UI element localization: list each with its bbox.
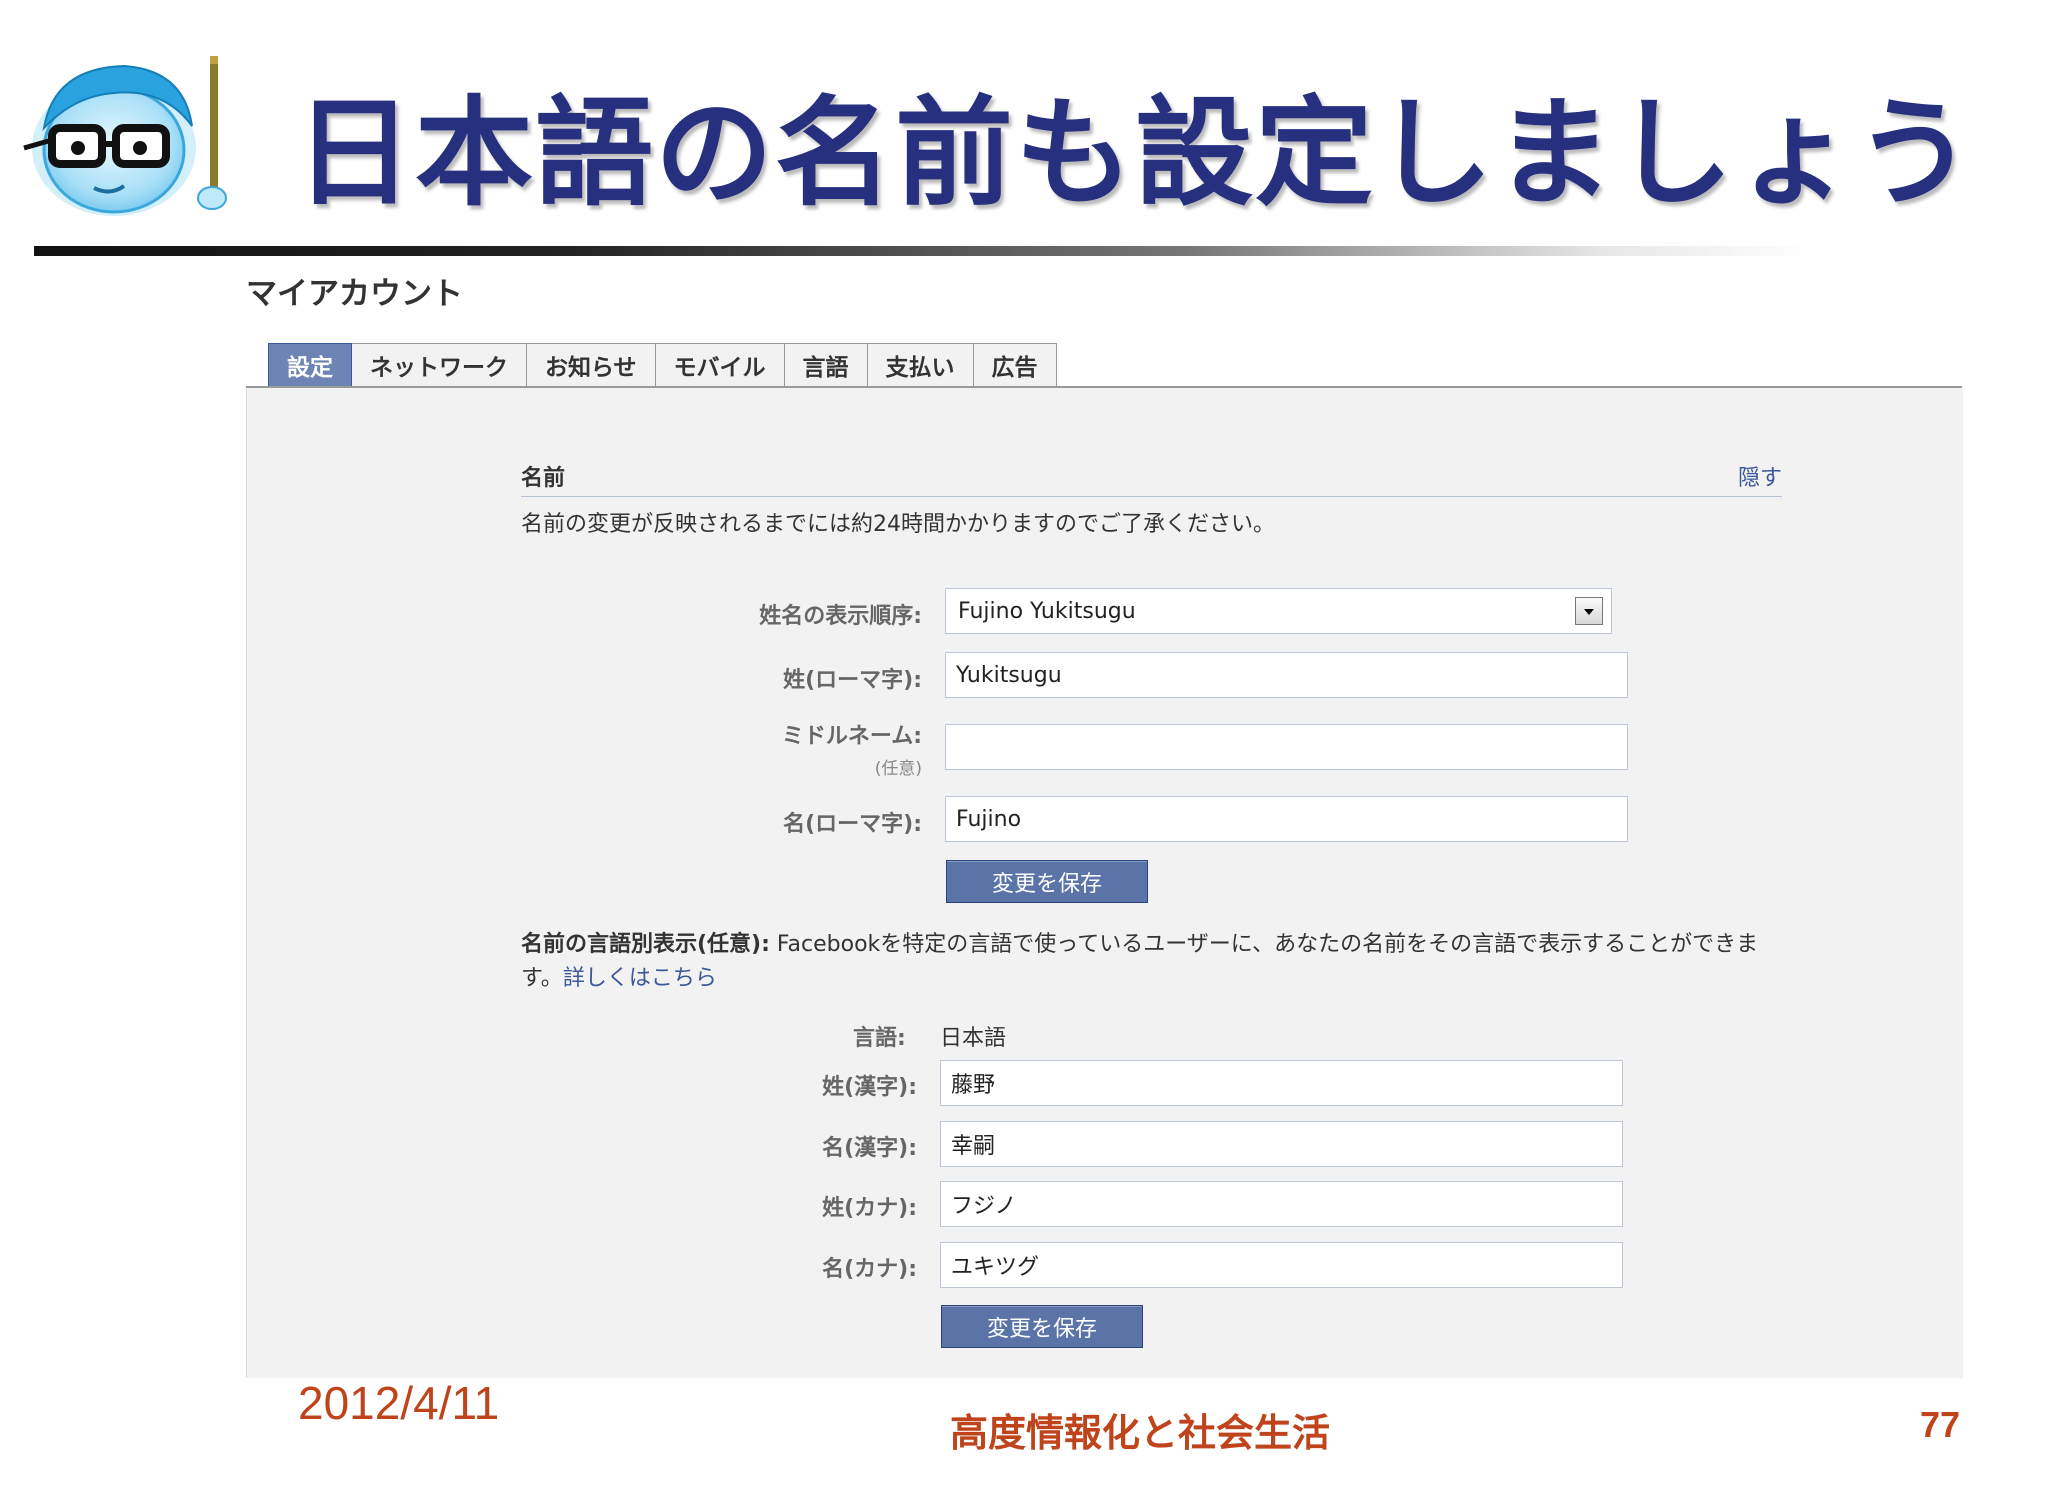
last-name-kana-input[interactable] [940, 1181, 1623, 1227]
tab-language[interactable]: 言語 [784, 343, 868, 386]
tab-mobile[interactable]: モバイル [655, 343, 785, 386]
name-change-notice: 名前の変更が反映されるまでには約24時間かかりますのでご了承ください。 [521, 512, 1275, 537]
account-tabs: 設定 ネットワーク お知らせ モバイル 言語 支払い 広告 [268, 343, 1057, 388]
slide-footer-title: 高度情報化と社会生活 [950, 1411, 1331, 1455]
alternate-name-description: 名前の言語別表示(任意): Facebookを特定の言語で使っているユーザーに、… [521, 928, 1791, 996]
display-order-select[interactable]: Fujino Yukitsugu [945, 588, 1612, 634]
display-order-value: Fujino Yukitsugu [958, 598, 1136, 624]
slide-title: 日本語の名前も設定しましょう [295, 84, 1976, 222]
learn-more-link[interactable]: 詳しくはこちら [563, 966, 717, 991]
alternate-name-heading: 名前の言語別表示(任意): [521, 932, 770, 957]
middle-name-input[interactable] [945, 724, 1628, 770]
settings-panel: 名前 隠す 名前の変更が反映されるまでには約24時間かかりますのでご了承ください… [246, 388, 1963, 1378]
tab-network[interactable]: ネットワーク [352, 343, 527, 386]
dropdown-arrow-icon[interactable] [1575, 597, 1603, 625]
first-name-roman-label: 名(ローマ字): [783, 812, 922, 837]
teacher-mascot-icon [23, 56, 227, 216]
middle-name-optional-note: (任意) [874, 759, 922, 779]
first-name-kana-input[interactable] [940, 1242, 1623, 1288]
last-name-kanji-label: 姓(漢字): [822, 1075, 917, 1100]
display-order-label: 姓名の表示順序: [759, 604, 922, 629]
tab-payments[interactable]: 支払い [867, 343, 974, 386]
last-name-kana-label: 姓(カナ): [822, 1196, 917, 1221]
language-value: 日本語 [940, 1026, 1007, 1051]
first-name-kanji-input[interactable] [940, 1121, 1623, 1167]
save-changes-button[interactable]: 変更を保存 [946, 860, 1148, 903]
first-name-roman-input[interactable] [945, 796, 1628, 842]
tab-ads[interactable]: 広告 [973, 343, 1057, 386]
first-name-kana-label: 名(カナ): [822, 1257, 917, 1282]
first-name-kanji-label: 名(漢字): [822, 1136, 917, 1161]
tab-notifications[interactable]: お知らせ [527, 343, 656, 386]
title-divider [34, 246, 1814, 256]
account-page-title: マイアカウント [246, 276, 463, 312]
middle-name-label: ミドルネーム: [781, 724, 922, 749]
hide-link[interactable]: 隠す [1738, 460, 1782, 492]
last-name-roman-label: 姓(ローマ字): [783, 668, 922, 693]
facebook-account-screenshot: マイアカウント 設定 ネットワーク お知らせ モバイル 言語 支払い 広告 名前… [246, 258, 1963, 1378]
last-name-kanji-input[interactable] [940, 1060, 1623, 1106]
slide-page-number: 77 [1919, 1404, 1960, 1445]
tab-settings[interactable]: 設定 [268, 343, 352, 386]
language-label: 言語: [853, 1026, 906, 1051]
save-alternate-name-button[interactable]: 変更を保存 [941, 1305, 1143, 1348]
section-divider [521, 496, 1782, 497]
name-section-title: 名前 [521, 466, 566, 491]
last-name-roman-input[interactable] [945, 652, 1628, 698]
slide-date: 2012/4/11 [298, 1377, 500, 1429]
